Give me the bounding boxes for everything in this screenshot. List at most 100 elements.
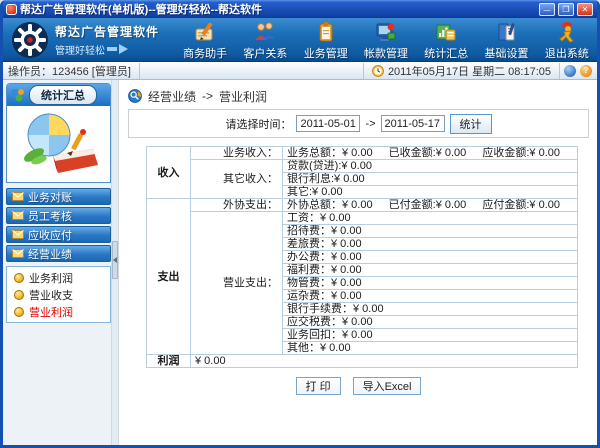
coin-icon [14, 272, 24, 283]
bank-charge-value: 银行手续费：¥ 0.00 [282, 302, 578, 316]
other-expense-value: 其他：¥ 0.00 [282, 341, 578, 355]
chart-folder-icon [436, 24, 456, 40]
bank-interest-value: 银行利息:¥ 0.00 [282, 172, 578, 186]
minimize-button[interactable] [539, 2, 555, 16]
maximize-button[interactable] [558, 2, 574, 16]
nav-label: 基础设置 [484, 47, 529, 60]
computer-icon [376, 23, 396, 41]
nav-item-accounts-management[interactable]: 帐款管理 [356, 18, 416, 61]
business-income-label: 业务收入： [190, 146, 283, 160]
profit-table: 收入 业务收入： 业务总额：¥ 0.00 已收金额:¥ 0.00 应收金额:¥ … [146, 146, 578, 368]
content-pane: 经营业绩 -> 营业利润 请选择时间： -> 统计 收入 业务收入： [119, 80, 597, 445]
date-to-input[interactable] [380, 115, 445, 132]
clock-icon [372, 64, 384, 77]
expense-group-cell: 支出 [146, 198, 191, 355]
business-rebate-value: 业务回扣：¥ 0.00 [282, 328, 578, 342]
submenu-item-label: 营业利润 [29, 306, 73, 319]
time-filter-label: 请选择时间： [225, 118, 292, 131]
freight-fee-value: 运杂费：¥ 0.00 [282, 289, 578, 303]
profit-value: ¥ 0.00 [190, 354, 578, 368]
breadcrumb-separator: -> [202, 89, 214, 103]
brand-name: 帮达广告管理软件 [55, 24, 160, 39]
other-income-value: 其它:¥ 0.00 [282, 185, 578, 199]
notepad-pencil-icon [195, 22, 213, 40]
welfare-fee-value: 福利费：¥ 0.00 [282, 263, 578, 277]
submenu-item-label: 业务利润 [29, 272, 73, 285]
profit-group-cell: 利润 [146, 354, 191, 368]
payable-amount: 应付金额:¥ 0.00 [482, 199, 560, 211]
coin-icon [14, 306, 24, 317]
breadcrumb-page: 营业利润 [219, 89, 268, 104]
paid-amount: 已付金额:¥ 0.00 [388, 199, 467, 211]
close-button[interactable] [577, 2, 593, 16]
outsource-expense-label: 外协支出： [190, 198, 283, 212]
breadcrumb-section: 经营业绩 [148, 89, 197, 104]
sidebar-item-operating-performance[interactable]: 经营业绩 [6, 245, 111, 262]
sidebar-menu: 业务对账 员工考核 应收应付 经营业绩 [6, 188, 111, 262]
entertainment-fee-value: 招待费：¥ 0.00 [282, 224, 578, 238]
export-excel-button[interactable]: 导入Excel [352, 377, 422, 395]
business-income-values: 业务总额：¥ 0.00 已收金额:¥ 0.00 应收金额:¥ 0.00 [282, 146, 578, 160]
sidebar-item-business-reconciliation[interactable]: 业务对账 [6, 188, 111, 205]
envelope-icon [12, 249, 24, 258]
slogan-arrow-icon [119, 44, 128, 54]
envelope-icon [12, 192, 24, 201]
action-buttons: 打 印 导入Excel [128, 377, 589, 395]
submenu-item-business-profit[interactable]: 业务利润 [7, 269, 110, 286]
skin-orb-icon[interactable] [564, 64, 576, 77]
sidebar-item-label: 员工考核 [28, 210, 72, 223]
stats-dots-icon [11, 89, 24, 102]
print-button[interactable]: 打 印 [295, 377, 341, 395]
office-fee-value: 办公费：¥ 0.00 [282, 250, 578, 264]
table-row: 其它收入： 贷款(贷进):¥ 0.00 [147, 159, 578, 199]
profit-table-wrap: 收入 业务收入： 业务总额：¥ 0.00 已收金额:¥ 0.00 应收金额:¥ … [146, 146, 589, 368]
sidebar-header-pill[interactable]: 统计汇总 [29, 85, 97, 105]
sidebar-header: 统计汇总 [7, 84, 110, 106]
statistics-button[interactable]: 统计 [449, 113, 492, 134]
date-from-input[interactable] [296, 115, 361, 132]
books-icon [498, 22, 515, 40]
nav-label: 统计汇总 [424, 47, 469, 60]
envelope-icon [12, 211, 24, 220]
table-row: 支出 外协支出： 外协总额：¥ 0.00 已付金额:¥ 0.00 应付金额:¥ … [146, 198, 578, 355]
nav-item-basic-settings[interactable]: 基础设置 [476, 18, 536, 61]
help-icon[interactable] [580, 64, 592, 77]
app-window: 帮达广告管理软件(单机版)--管理好轻松--帮达软件 帮达广告管理软件 [0, 0, 600, 448]
submenu-item-operating-profit[interactable]: 营业利润 [7, 303, 110, 320]
other-income-label: 其它收入： [190, 159, 283, 199]
datetime-area: 2011年05月17日 星期二 08:17:05 [362, 62, 560, 79]
sidebar-item-label: 应收应付 [28, 229, 72, 242]
sidebar-item-label: 经营业绩 [28, 248, 72, 261]
main-area: 统计汇总 业务对账 员工考核 应收应付 经营业绩 业务利润 营业收支 营业利润 … [3, 80, 597, 445]
brand-slogan-text: 管理好轻松 [55, 45, 105, 57]
top-navbar: 帮达广告管理软件 管理好轻松 商务助手 客户关系 业务管理 帐款管理 统计汇总 … [3, 18, 597, 62]
operator-info: 操作员：123456 [管理员] [8, 62, 140, 79]
sidebar-item-employee-assessment[interactable]: 员工考核 [6, 207, 111, 224]
nav-item-customer-relations[interactable]: 客户关系 [235, 18, 295, 61]
nav-item-exit-system[interactable]: 退出系统 [537, 18, 597, 61]
outsource-total: 外协总额：¥ 0.00 [287, 199, 373, 211]
table-row: 收入 业务收入： 业务总额：¥ 0.00 已收金额:¥ 0.00 应收金额:¥ … [146, 146, 578, 199]
received-amount: 已收金额:¥ 0.00 [388, 147, 467, 159]
operator-bar: 操作员：123456 [管理员] 2011年05月17日 星期二 08:17:0… [3, 62, 597, 80]
sidebar-item-receivables-payables[interactable]: 应收应付 [6, 226, 111, 243]
nav-item-business-management[interactable]: 业务管理 [296, 18, 356, 61]
titlebar: 帮达广告管理软件(单机版)--管理好轻松--帮达软件 [3, 0, 597, 18]
outsource-expense-values: 外协总额：¥ 0.00 已付金额:¥ 0.00 应付金额:¥ 0.00 [282, 198, 578, 212]
nav-item-statistics-summary[interactable]: 统计汇总 [416, 18, 476, 61]
submenu-item-label: 营业收支 [29, 289, 73, 302]
sidebar-illustration [7, 106, 110, 182]
logo-area: 帮达广告管理软件 管理好轻松 [3, 18, 175, 61]
clipboard-icon [319, 21, 333, 41]
income-group-cell: 收入 [146, 146, 191, 199]
property-fee-value: 物管费：¥ 0.00 [282, 276, 578, 290]
submenu-item-operating-balance[interactable]: 营业收支 [7, 286, 110, 303]
splitter-collapse-handle[interactable] [112, 240, 118, 279]
tax-payable-value: 应交税费：¥ 0.00 [282, 315, 578, 329]
app-icon [6, 3, 17, 15]
travel-fee-value: 差旅费：¥ 0.00 [282, 237, 578, 251]
sidebar-header-panel: 统计汇总 [6, 83, 111, 183]
sidebar-splitter[interactable] [111, 80, 119, 445]
nav-item-business-assistant[interactable]: 商务助手 [175, 18, 235, 61]
time-filter-panel: 请选择时间： -> 统计 [128, 109, 589, 138]
